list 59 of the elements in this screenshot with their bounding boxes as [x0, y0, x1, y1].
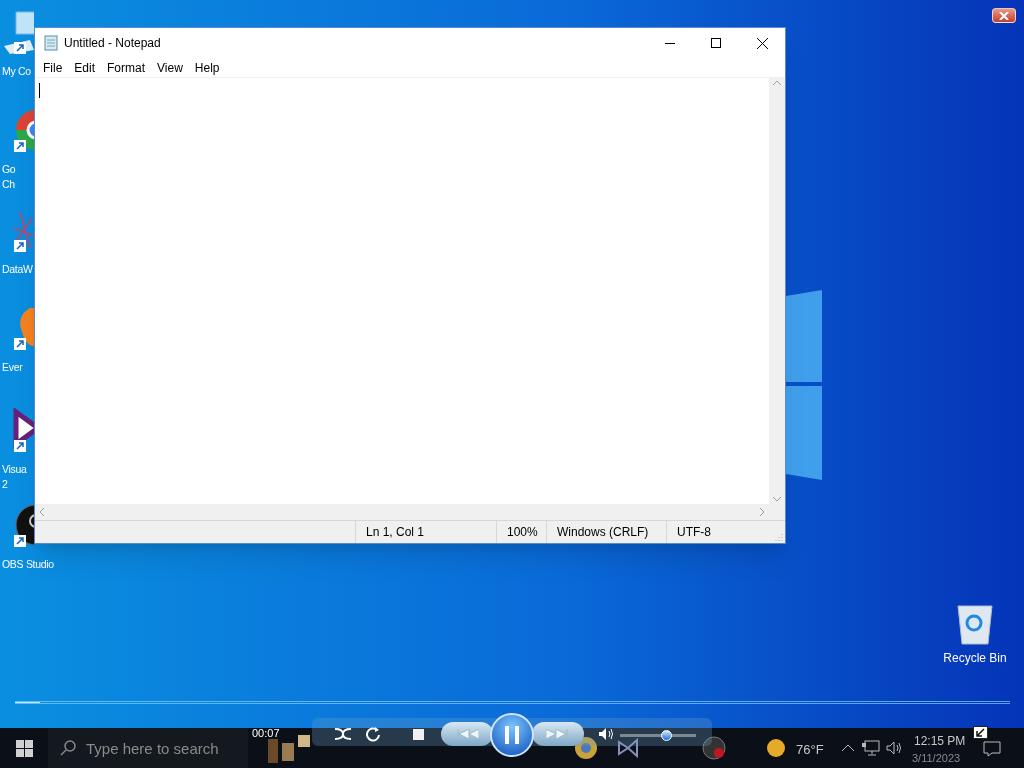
desktop-icon-label[interactable]: Visua: [0, 462, 27, 477]
vertical-scrollbar[interactable]: [769, 78, 785, 504]
speaker-icon[interactable]: [886, 740, 902, 756]
seek-bar[interactable]: [15, 701, 1010, 704]
volume-slider[interactable]: [620, 730, 696, 740]
horizontal-scrollbar[interactable]: [35, 504, 769, 520]
previous-icon: [455, 729, 479, 739]
status-text: 100%: [507, 524, 538, 541]
status-text: UTF-8: [677, 524, 711, 541]
desktop-icon-label[interactable]: Ch: [0, 177, 15, 192]
close-icon: [999, 11, 1009, 20]
desktop-icon-label[interactable]: OBS Studio: [0, 557, 54, 572]
chevron-up-icon[interactable]: [842, 744, 854, 751]
desktop-icon-label[interactable]: My Co: [0, 64, 31, 79]
close-icon: [756, 37, 768, 49]
resize-corner-icon: [973, 726, 988, 739]
scroll-up-icon: [773, 80, 781, 85]
volume-thumb[interactable]: [660, 729, 672, 741]
status-text: Windows (CRLF): [557, 524, 649, 541]
next-button[interactable]: [532, 722, 584, 746]
next-icon: [546, 729, 570, 739]
scroll-down-icon: [773, 497, 781, 502]
desktop-icon-label[interactable]: Ever: [0, 360, 23, 375]
notepad-icon: [43, 35, 59, 51]
scroll-left-icon: [39, 508, 44, 516]
desktop-icon-label[interactable]: 2: [0, 477, 8, 492]
close-button[interactable]: [992, 8, 1016, 23]
menu-item[interactable]: Help: [188, 58, 226, 77]
repeat-icon[interactable]: [365, 726, 381, 742]
desktop-icon-label[interactable]: Go: [0, 162, 16, 177]
menu-item[interactable]: Edit: [68, 58, 102, 77]
recycle-bin-icon: [955, 603, 995, 645]
previous-button[interactable]: [441, 722, 493, 746]
resize-grip-icon: [775, 533, 783, 541]
weather-temperature[interactable]: 76°F: [796, 740, 824, 760]
menu-item[interactable]: File: [37, 58, 69, 77]
scroll-right-icon: [760, 508, 765, 516]
search-icon: [60, 740, 76, 756]
weather-sun-icon[interactable]: [766, 738, 786, 758]
status-text: Ln 1, Col 1: [366, 524, 425, 541]
pause-button[interactable]: [490, 713, 534, 757]
minimize-icon: [665, 42, 675, 44]
search-field[interactable]: Type here to search: [48, 728, 248, 768]
clock-time[interactable]: 12:15 PM: [914, 732, 966, 750]
pause-icon: [505, 726, 519, 744]
notification-icon[interactable]: [983, 741, 1001, 757]
window-title: Untitled - Notepad: [64, 35, 161, 52]
text-cursor: [39, 83, 40, 98]
desktop-icon-label[interactable]: Recycle Bin: [943, 649, 1007, 667]
menu-item[interactable]: View: [151, 58, 189, 77]
menu-item[interactable]: Format: [101, 58, 152, 77]
clock-date[interactable]: 3/11/2023: [912, 750, 961, 767]
volume-icon[interactable]: [598, 727, 614, 741]
playback-time: 00:07: [252, 726, 280, 741]
network-icon[interactable]: [862, 740, 880, 756]
desktop-icon-label[interactable]: DataW: [0, 262, 33, 277]
shuffle-icon[interactable]: [334, 726, 352, 742]
start-icon[interactable]: [16, 740, 33, 757]
maximize-icon: [711, 38, 721, 48]
